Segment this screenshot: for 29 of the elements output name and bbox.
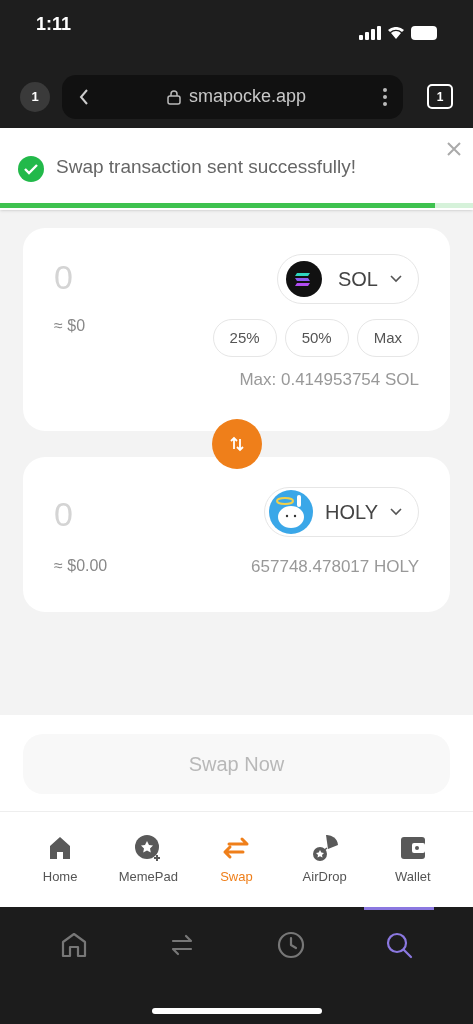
signal-icon xyxy=(359,25,381,40)
swap-arrows-icon xyxy=(228,435,245,453)
usd-value: ≈ $0.00 xyxy=(54,556,108,576)
chevron-down-icon xyxy=(390,508,402,516)
more-icon[interactable] xyxy=(383,87,387,106)
url-text: smapocke.app xyxy=(188,85,307,108)
back-icon[interactable] xyxy=(78,87,90,106)
lock-icon xyxy=(166,88,181,105)
toast-message: Swap transaction sent successfully! xyxy=(56,154,356,179)
nav-item[interactable]: MemePad xyxy=(108,832,189,887)
tab-badge[interactable]: 1 xyxy=(20,81,50,112)
usd-value: ≈ $0 xyxy=(54,316,86,336)
close-icon[interactable] xyxy=(447,142,461,156)
chevron-down-icon xyxy=(390,275,402,283)
token-balance: 657748.478017 HOLY xyxy=(251,556,419,578)
check-icon xyxy=(18,156,44,182)
status-time: 1:11 xyxy=(36,13,72,36)
token-selector[interactable]: HOLY xyxy=(264,487,419,537)
address-bar[interactable]: smapocke.app xyxy=(62,74,403,119)
clock-icon[interactable] xyxy=(275,930,306,960)
nav-item[interactable]: AirDrop xyxy=(284,832,365,887)
max-balance: Max: 0.414953754 SOL xyxy=(239,369,419,391)
battery-icon xyxy=(411,25,437,40)
tabs-button[interactable]: 1 xyxy=(427,84,453,109)
nav-item[interactable]: Home xyxy=(20,832,101,887)
token-logo-icon xyxy=(285,261,322,297)
nav-item[interactable]: Wallet xyxy=(372,832,453,887)
wifi-icon xyxy=(388,26,404,39)
token-logo-icon xyxy=(269,490,313,534)
